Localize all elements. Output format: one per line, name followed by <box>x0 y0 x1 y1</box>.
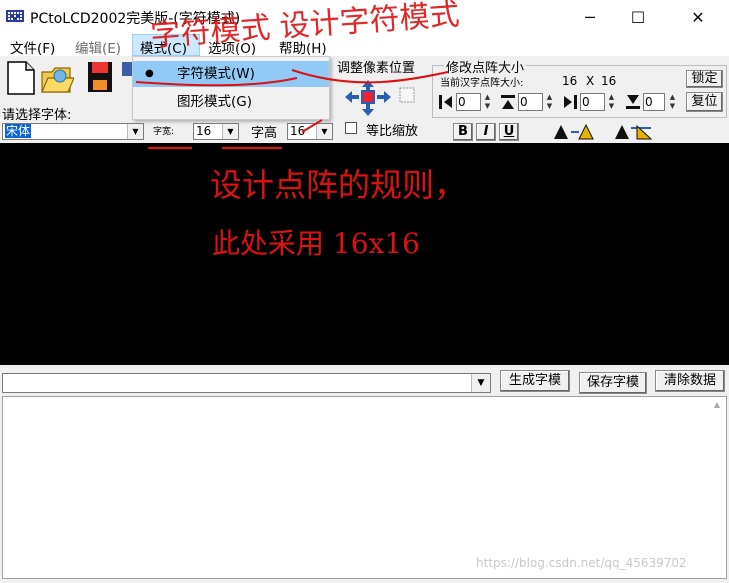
open-folder-icon[interactable] <box>40 58 74 96</box>
spin-updown-left[interactable]: ▲ ▼ <box>482 93 493 111</box>
menu-file[interactable]: 文件(F) <box>10 37 55 57</box>
maximize-button[interactable]: ☐ <box>615 0 661 34</box>
current-height: 16 <box>601 74 617 88</box>
save-font-button[interactable]: 保存字模 <box>579 372 647 394</box>
menu-edit[interactable]: 编辑(E) <box>75 37 121 57</box>
output-scrollbar[interactable]: ▲ <box>711 400 723 570</box>
watermark: https://blog.csdn.net/qq_45639702 <box>476 556 687 570</box>
app-icon <box>6 10 24 22</box>
shrink-top-icon[interactable] <box>499 93 517 111</box>
spin-input-bottom[interactable]: 0 <box>643 93 665 111</box>
rotate-icon[interactable] <box>551 122 596 142</box>
maximize-icon: ☐ <box>630 7 646 27</box>
shrink-right-icon[interactable] <box>561 93 579 111</box>
spin-updown-bottom[interactable]: ▲ ▼ <box>667 93 678 111</box>
annotation-line1: 设计点阵的规则， <box>210 166 467 204</box>
spin-input-top[interactable]: 0 <box>518 93 543 111</box>
font-select[interactable]: 宋体 ▼ <box>2 123 144 140</box>
minimize-icon: ─ <box>585 7 595 27</box>
chevron-down-icon[interactable]: ▼ <box>471 374 490 392</box>
clear-data-button[interactable]: 清除数据 <box>655 370 725 392</box>
scroll-up-icon[interactable]: ▲ <box>711 400 723 409</box>
current-width: 16 <box>562 74 578 88</box>
italic-button[interactable]: I <box>476 123 496 141</box>
current-size-label: 当前汉字点阵大小: <box>440 78 524 89</box>
spin-updown-top[interactable]: ▲ ▼ <box>544 93 555 111</box>
output-combo[interactable]: ▼ <box>2 373 491 393</box>
annotation-line2: 此处采用 16x16 <box>212 227 420 260</box>
generate-font-button[interactable]: 生成字模 <box>500 370 570 392</box>
close-button[interactable]: ✕ <box>675 0 721 34</box>
select-font-label: 请选择字体: <box>2 108 72 123</box>
spin-input-left[interactable]: 0 <box>456 93 481 111</box>
close-icon: ✕ <box>691 7 705 27</box>
spin-input-right[interactable]: 0 <box>580 93 605 111</box>
annotation-strokes <box>135 69 449 149</box>
current-x: X <box>586 74 595 88</box>
lock-button[interactable]: 锁定 <box>686 70 723 88</box>
bold-button[interactable]: B <box>453 123 473 141</box>
font-select-value: 宋体 <box>5 124 32 138</box>
shrink-bottom-icon[interactable] <box>624 93 642 111</box>
output-textarea[interactable] <box>2 396 727 579</box>
minimize-button[interactable]: ─ <box>567 0 613 34</box>
spin-updown-right[interactable]: ▲ ▼ <box>606 93 617 111</box>
save-disk-icon[interactable] <box>84 58 118 96</box>
new-file-icon[interactable] <box>4 58 38 96</box>
underline-button[interactable]: U <box>499 123 519 141</box>
reset-button[interactable]: 复位 <box>686 92 723 112</box>
mirror-icon[interactable] <box>611 122 656 142</box>
